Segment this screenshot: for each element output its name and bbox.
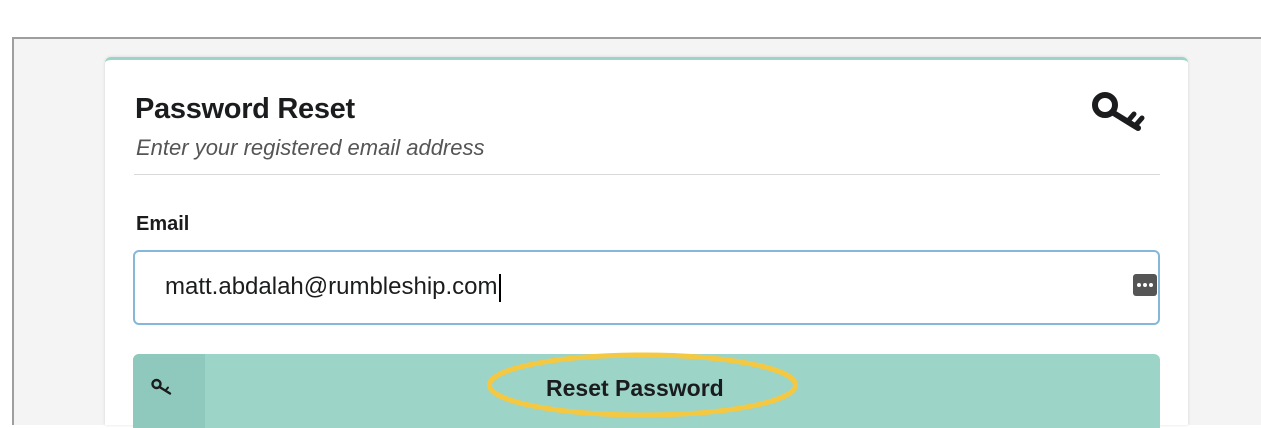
password-reset-card: Password Reset Enter your registered ema…	[105, 57, 1188, 428]
reset-password-label: Reset Password	[546, 375, 724, 401]
dots-glyph	[1137, 283, 1153, 287]
email-value-text: matt.abdalah@rumbleship.com	[165, 273, 498, 300]
email-value[interactable]: matt.abdalah@rumbleship.com	[165, 272, 501, 302]
text-caret	[498, 273, 501, 302]
page-subtitle: Enter your registered email address	[136, 135, 485, 160]
page-title: Password Reset	[135, 93, 355, 125]
email-field[interactable]: matt.abdalah@rumbleship.com	[133, 250, 1160, 325]
button-icon-box	[133, 354, 205, 428]
key-icon	[151, 378, 172, 395]
reset-password-button[interactable]: Reset Password	[133, 354, 1160, 428]
header-divider	[134, 174, 1160, 175]
email-label: Email	[136, 213, 190, 235]
key-icon	[1092, 92, 1145, 131]
password-manager-icon[interactable]	[1133, 274, 1157, 296]
